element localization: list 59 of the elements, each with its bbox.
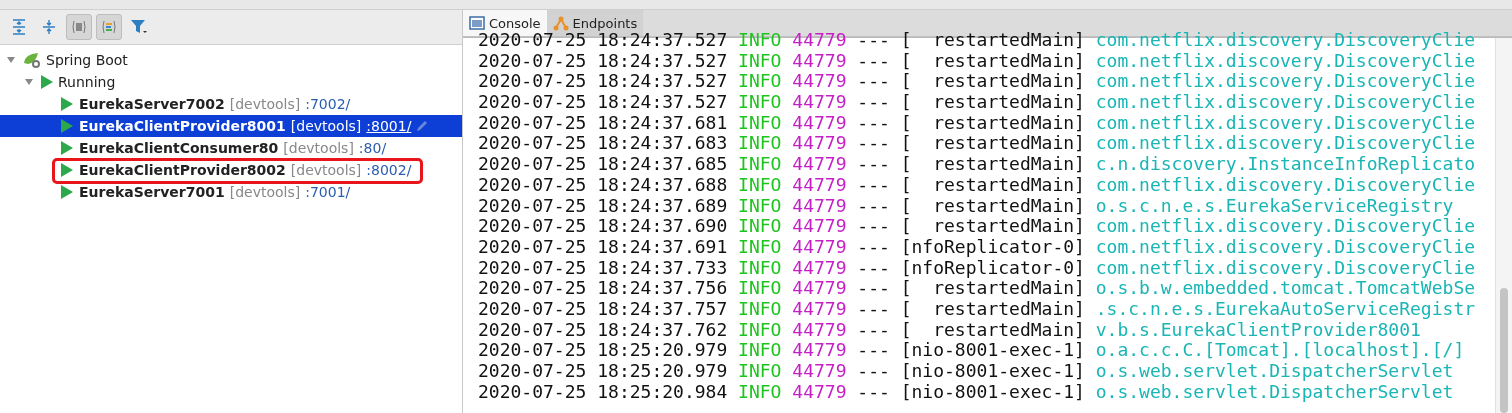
app-name: EurekaClientProvider8002 <box>79 162 286 178</box>
log-line: 2020-07-25 18:24:37.756 INFO 44779 --- [ restartedMain] o.s.b.w.embedded.tomcat.TomcatWebSe <box>478 278 1477 299</box>
app-tag: [devtools] <box>290 118 362 134</box>
leaf-icon <box>22 51 42 69</box>
tree-item-label[interactable]: Spring Boot <box>46 52 128 68</box>
app-tag: [devtools] <box>229 96 301 112</box>
filter-icon <box>130 19 148 35</box>
list-icon <box>101 19 117 35</box>
log-line: 2020-07-25 18:24:37.681 INFO 44779 --- [ restartedMain] com.netflix.discovery.DiscoveryClie <box>478 112 1477 134</box>
tree-row[interactable]: EurekaClientConsumer80 [devtools] :80/ <box>0 137 462 159</box>
selected-tree-row[interactable]: EurekaClientProvider8001 [devtools] :8001/ <box>0 115 462 137</box>
app-name: EurekaServer7002 <box>79 96 225 112</box>
play-icon <box>60 184 74 200</box>
play-icon <box>40 74 54 90</box>
pencil-icon <box>416 120 429 132</box>
expand-all-icon <box>11 19 27 35</box>
log-line: 2020-07-25 18:24:37.527 INFO 44779 --- [ restartedMain] com.netflix.discovery.DiscoveryClie <box>478 92 1477 113</box>
expand-arrow-icon[interactable] <box>6 55 18 65</box>
port-link[interactable]: :7002/ <box>305 96 351 112</box>
expand-arrow-icon[interactable] <box>24 77 36 87</box>
app-tag: [devtools] <box>290 162 362 178</box>
log-line: 2020-07-25 18:24:37.683 INFO 44779 --- [ restartedMain] com.netflix.discovery.DiscoveryClie <box>478 133 1477 155</box>
scrollbar-thumb[interactable] <box>1500 288 1508 413</box>
console-icon <box>469 15 485 31</box>
port-link[interactable]: :8002/ <box>366 162 412 178</box>
app-name: EurekaServer7001 <box>79 184 225 200</box>
network-icon <box>552 15 569 31</box>
layout-button[interactable] <box>96 14 122 40</box>
log-line: 2020-07-25 18:24:37.757 INFO 44779 --- [ restartedMain] .s.c.n.e.s.EurekaAutoServiceRegistr <box>478 298 1477 320</box>
log-line: 2020-07-25 18:24:37.685 INFO 44779 --- [ restartedMain] c.n.discovery.InstanceInfoReplicato <box>478 154 1477 175</box>
port-link[interactable]: :7001/ <box>305 184 351 200</box>
log-line: 2020-07-25 18:25:20.979 INFO 44779 --- [nio-8001-exec-1] o.s.web.servlet.DispatcherServlet <box>478 361 1455 382</box>
log-line: 2020-07-25 18:25:20.984 INFO 44779 --- [nio-8001-exec-1] o.s.web.servlet.DispatcherServlet <box>478 381 1455 403</box>
play-icon <box>60 140 74 156</box>
tree-item-label[interactable]: Running <box>58 74 116 90</box>
log-line: 2020-07-25 18:24:37.733 INFO 44779 --- [nfoReplicator-0] com.netflix.discovery.DiscoveryClie <box>478 257 1477 279</box>
port-link[interactable]: :80/ <box>358 140 387 156</box>
tree-row[interactable]: EurekaServer7002 [devtools] :7002/ <box>0 93 462 115</box>
log-line: 2020-07-25 18:25:20.979 INFO 44779 --- [nio-8001-exec-1] o.a.c.c.C.[Tomcat].[localhost].[/] <box>478 340 1466 361</box>
tree-row[interactable]: EurekaServer7001 [devtools] :7001/ <box>0 181 462 203</box>
log-line: 2020-07-25 18:24:37.689 INFO 44779 --- [ restartedMain] o.s.c.n.e.s.EurekaServiceRegistry <box>478 195 1454 217</box>
log-line: 2020-07-25 18:24:37.691 INFO 44779 --- [nfoReplicator-0] com.netflix.discovery.DiscoveryClie <box>478 236 1477 258</box>
log-line: 2020-07-25 18:24:37.690 INFO 44779 --- [ restartedMain] com.netflix.discovery.DiscoveryClie <box>478 216 1477 237</box>
play-icon <box>60 162 74 178</box>
group-button[interactable] <box>66 14 92 40</box>
tree-row[interactable]: EurekaClientProvider8002 [devtools] :8002/ <box>0 159 462 181</box>
play-icon <box>60 96 74 112</box>
log-line: 2020-07-25 18:24:37.762 INFO 44779 --- [ restartedMain] v.b.s.EurekaClientProvider8001 <box>478 319 1421 341</box>
log-line: 2020-07-25 18:24:37.527 INFO 44779 --- [ restartedMain] com.netflix.discovery.DiscoveryClie <box>478 50 1477 72</box>
log-line: 2020-07-25 18:24:37.527 INFO 44779 --- [ restartedMain] com.netflix.discovery.DiscoveryClie <box>478 71 1477 93</box>
app-name: EurekaClientConsumer80 <box>79 140 279 156</box>
collapse-all-icon <box>41 19 57 35</box>
log-line: 2020-07-25 18:24:37.688 INFO 44779 --- [ restartedMain] com.netflix.discovery.DiscoveryClie <box>478 174 1477 196</box>
app-name: EurekaClientProvider8001 <box>79 118 286 134</box>
play-icon <box>60 118 74 134</box>
app-tag: [devtools] <box>283 140 354 156</box>
app-tag: [devtools] <box>229 184 301 200</box>
grouping-icon <box>71 19 87 35</box>
port-link[interactable]: :8001/ <box>366 118 412 134</box>
